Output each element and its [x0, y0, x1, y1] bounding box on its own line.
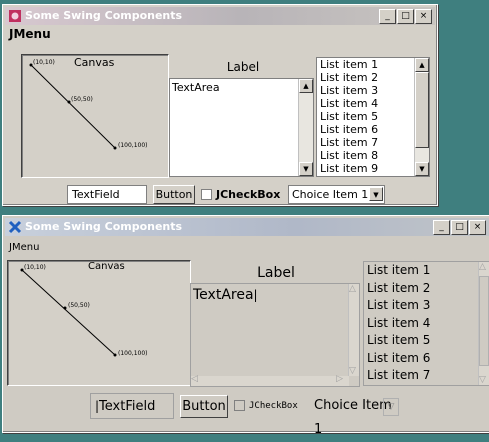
canvas: Canvas (10,10) (50,50) (100,100) [21, 54, 169, 178]
text-cursor-icon: | [253, 288, 258, 302]
scroll-thumb[interactable] [479, 276, 489, 366]
list-item[interactable]: List item 3 [364, 297, 489, 315]
canvas-point-label: (100,100) [118, 142, 148, 149]
checkbox-label: JCheckBox [216, 188, 281, 201]
choice-selected: Choice Item 1 [292, 188, 369, 201]
canvas-title: Canvas [74, 56, 115, 69]
scroll-up-arrow-icon[interactable]: △ [349, 284, 356, 294]
list-items: List item 1 List item 2 List item 3 List… [364, 262, 489, 385]
list-vertical-scrollbar[interactable]: ▲ ▼ [414, 58, 429, 176]
choice-dropdown[interactable]: Choice Item 1 ▽ [311, 394, 401, 437]
maximize-button[interactable]: □ [451, 220, 468, 235]
checkbox-box[interactable] [201, 189, 212, 200]
list-item[interactable]: List item 1 [317, 58, 429, 71]
swing-window-top: Some Swing Components _ □ × JMenu Canvas… [2, 4, 438, 206]
scroll-up-arrow-icon[interactable]: △ [479, 262, 486, 272]
maximize-button[interactable]: □ [397, 9, 414, 24]
window-title: Some Swing Components [25, 220, 183, 233]
jcheckbox[interactable]: JCheckBox [201, 188, 280, 201]
checkbox-box[interactable] [234, 400, 245, 411]
dropdown-arrow-icon[interactable]: ▽ [383, 398, 399, 416]
scroll-right-arrow-icon[interactable]: ▷ [336, 374, 343, 384]
scroll-down-arrow-icon[interactable]: ▼ [415, 162, 429, 176]
list[interactable]: List item 1 List item 2 List item 3 List… [316, 57, 430, 177]
window-title: Some Swing Components [25, 9, 183, 22]
canvas: Canvas (10,10) (50,50) (100,100) [7, 260, 191, 386]
menu-jmenu[interactable]: JMenu [9, 242, 39, 253]
list-item[interactable]: List item 9 [317, 162, 429, 175]
list-item[interactable]: List item 1 [364, 262, 489, 280]
menu-jmenu[interactable]: JMenu [9, 27, 51, 41]
list-items: List item 1 List item 2 List item 3 List… [317, 58, 429, 175]
list-item[interactable]: List item 6 [364, 350, 489, 368]
list-vertical-scrollbar[interactable]: △ ▽ [478, 262, 489, 385]
choice-selected: Choice Item 1 [314, 398, 392, 437]
canvas-line [30, 64, 116, 149]
list-item[interactable]: List item 6 [317, 123, 429, 136]
canvas-line [21, 269, 116, 356]
text-area-content: TextArea [172, 81, 220, 94]
close-button[interactable]: × [469, 220, 486, 235]
list-item[interactable]: List item 7 [364, 367, 489, 385]
title-bar[interactable]: Some Swing Components _ □ × [5, 7, 435, 25]
list-item[interactable]: List item 4 [364, 315, 489, 333]
list-item[interactable]: List item 2 [364, 280, 489, 298]
dropdown-arrow-icon[interactable]: ▼ [369, 187, 383, 201]
text-field[interactable]: TextField [67, 185, 147, 204]
list-item[interactable]: List item 5 [364, 332, 489, 350]
canvas-point-label: (50,50) [71, 96, 93, 103]
text-area[interactable]: TextArea ▲ ▼ [169, 78, 314, 177]
canvas-point-2 [63, 306, 67, 310]
button[interactable]: Button [153, 185, 195, 204]
scroll-up-arrow-icon[interactable]: ▲ [415, 58, 429, 72]
vertical-scrollbar[interactable]: △ ▽ [348, 284, 359, 376]
canvas-drawing [20, 268, 117, 357]
scroll-down-arrow-icon[interactable]: ▽ [349, 366, 356, 376]
list-item[interactable]: List item 8 [317, 149, 429, 162]
title-bar[interactable]: Some Swing Components _ □ × [5, 218, 489, 236]
horizontal-scrollbar[interactable]: ◁ ▷ [191, 374, 349, 386]
canvas-point-label: (50,50) [68, 302, 90, 309]
label: Label [226, 60, 260, 74]
jcheckbox[interactable]: JCheckBox [234, 400, 298, 411]
x-app-icon [8, 220, 22, 234]
close-button[interactable]: × [415, 9, 432, 24]
text-area[interactable]: TextArea| △ ▽ ◁ ▷ [190, 283, 360, 387]
swing-window-bottom: Some Swing Components _ □ × JMenu Canvas… [2, 215, 489, 437]
canvas-point-label: (100,100) [118, 350, 148, 357]
minimize-button[interactable]: _ [433, 220, 450, 235]
canvas-point-3 [113, 146, 117, 150]
choice-dropdown[interactable]: Choice Item 1 ▼ [288, 185, 385, 204]
list-item[interactable]: List item 4 [317, 97, 429, 110]
canvas-point-3 [113, 353, 117, 357]
list[interactable]: List item 1 List item 2 List item 3 List… [363, 261, 489, 386]
list-item[interactable]: List item 2 [317, 71, 429, 84]
list-item[interactable]: List item 5 [317, 110, 429, 123]
vertical-scrollbar[interactable]: ▲ ▼ [298, 79, 313, 176]
canvas-point-label: (10,10) [33, 59, 55, 66]
canvas-title: Canvas [88, 261, 125, 272]
scroll-up-arrow-icon[interactable]: ▲ [299, 79, 313, 93]
scroll-thumb[interactable] [415, 72, 429, 148]
button[interactable]: Button [180, 395, 228, 418]
text-area-content: TextArea| [193, 287, 258, 303]
scroll-down-arrow-icon[interactable]: ▽ [479, 375, 486, 385]
checkbox-label: JCheckBox [249, 400, 298, 411]
java-app-icon [9, 10, 21, 22]
list-item[interactable]: List item 3 [317, 84, 429, 97]
list-item[interactable]: List item 7 [317, 136, 429, 149]
scroll-down-arrow-icon[interactable]: ▼ [299, 162, 313, 176]
label: Label [257, 265, 295, 281]
scroll-left-arrow-icon[interactable]: ◁ [191, 374, 198, 384]
text-field[interactable]: |TextField [90, 393, 174, 419]
canvas-drawing [29, 63, 117, 150]
canvas-point-label: (10,10) [24, 264, 46, 271]
text-field-value: TextField [99, 399, 156, 414]
minimize-button[interactable]: _ [379, 9, 396, 24]
